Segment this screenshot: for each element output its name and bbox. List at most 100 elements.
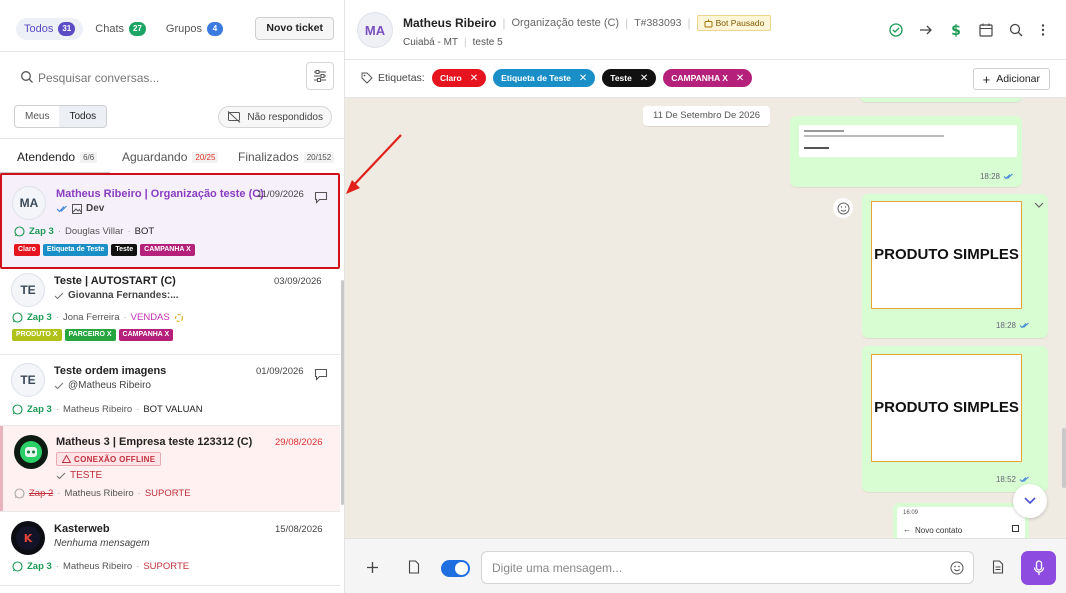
signature-toggle[interactable] — [441, 560, 470, 577]
city: Cuiabá - MT — [403, 37, 459, 48]
search-bar — [16, 62, 334, 92]
conversation-item[interactable]: TE Teste ordem imagens 01/09/2026 @Mathe… — [0, 355, 340, 426]
conversation-item[interactable]: TE Teste | AUTOSTART (C) 03/09/2026 Giov… — [0, 269, 340, 355]
filter-button[interactable] — [306, 62, 334, 90]
organization-name: Organização teste (C) — [511, 17, 620, 29]
tag-chip: CAMPANHA X — [140, 244, 195, 256]
check-icon — [54, 292, 64, 299]
message-area[interactable]: 11 De Setembro De 2026 18:28 PRODUTO SIM… — [345, 98, 1066, 538]
tag-chip: PRODUTO X — [12, 329, 62, 341]
chat-bubble-icon[interactable] — [314, 191, 328, 204]
tab-atendendo[interactable]: Atendendo 6/6 — [17, 150, 98, 164]
add-tag-button[interactable]: + Adicionar — [972, 68, 1050, 90]
calendar-icon[interactable] — [978, 22, 994, 38]
conversation-panel: Todos 31 Chats 27 Grupos 4 Novo ticket P… — [0, 0, 345, 593]
kasterweb-logo-icon: K — [16, 526, 40, 550]
conversation-item[interactable]: Matheus 3 | Empresa teste 123312 (C) 29/… — [0, 426, 340, 512]
conversation-item[interactable]: K Kasterweb 15/08/2026 Nenhuma mensagem … — [0, 512, 340, 586]
resolve-check-icon[interactable] — [888, 22, 904, 38]
queue-name: SUPORTE — [143, 561, 190, 572]
tag-icon — [361, 72, 373, 84]
list-scrollbar[interactable] — [341, 280, 344, 505]
chat-panel: MA Matheus Ribeiro | Organização teste (… — [345, 0, 1066, 593]
more-vertical-icon[interactable] — [1038, 22, 1048, 38]
message-time: 18:52 — [996, 475, 1030, 484]
transfer-arrow-icon[interactable] — [918, 22, 934, 38]
close-icon[interactable]: ✕ — [579, 73, 587, 84]
channel-name: Zap 3 — [27, 561, 52, 572]
microphone-button[interactable] — [1021, 551, 1056, 585]
product-image[interactable]: PRODUTO SIMPLES — [871, 201, 1022, 309]
separator-dot: · — [55, 404, 59, 415]
screenshot-preview[interactable]: 16:09 ← Novo contato — [897, 507, 1025, 538]
add-tag-label: Adicionar — [996, 73, 1040, 85]
separator: | — [464, 37, 467, 48]
file-icon[interactable] — [408, 560, 420, 574]
search-input[interactable] — [38, 66, 298, 90]
chat-scrollbar[interactable] — [1062, 428, 1066, 488]
ticket-number: T#383093 — [634, 17, 682, 29]
close-icon[interactable]: ✕ — [736, 73, 744, 84]
no-message-icon — [228, 111, 241, 123]
check-icon — [54, 382, 64, 389]
product-image[interactable]: PRODUTO SIMPLES — [871, 354, 1022, 462]
tab-grupos[interactable]: Grupos 4 — [158, 18, 231, 40]
tag-chips: Claro ✕ Etiqueta de Teste ✕ Teste ✕ CAMPANH… — [432, 69, 753, 87]
avatar: MA — [12, 186, 46, 220]
conversation-meta: Zap 3 · Matheus Ribeiro · BOT VALUAN — [12, 404, 203, 415]
unanswered-filter-button[interactable]: Não respondidos — [218, 106, 332, 128]
search-icon[interactable] — [1008, 22, 1024, 38]
bot-status-badge: Bot Pausado — [696, 15, 772, 31]
bot-status-text: Bot Pausado — [715, 18, 765, 28]
tag-chip-campanha: CAMPANHA X ✕ — [663, 69, 753, 87]
whatsapp-icon — [12, 312, 23, 323]
last-message-text: @Matheus Ribeiro — [68, 380, 151, 391]
conversation-item[interactable]: MA Matheus Ribeiro | Organização teste (… — [0, 173, 340, 269]
emoji-icon[interactable] — [950, 561, 964, 575]
chevron-down-icon[interactable] — [1034, 201, 1044, 209]
close-icon[interactable]: ✕ — [640, 73, 648, 84]
tab-count: 31 — [58, 22, 76, 36]
tab-finalizados[interactable]: Finalizados 20/152 — [238, 150, 335, 164]
scope-toggle: Meus Todos — [14, 105, 108, 128]
emoji-react-icon[interactable] — [833, 198, 853, 218]
tab-chats[interactable]: Chats 27 — [87, 18, 154, 40]
separator: | — [687, 16, 691, 30]
chat-bubble-icon[interactable] — [314, 368, 328, 381]
tag-chip: CAMPANHA X — [118, 329, 174, 341]
agent-name: Matheus Ribeiro — [64, 488, 134, 499]
contact-title: Matheus Ribeiro | Organização teste (C) … — [403, 15, 772, 31]
time-text: 18:28 — [995, 321, 1016, 330]
divider — [0, 51, 344, 52]
tag-chip: PARCEIRO X — [64, 329, 116, 341]
close-icon[interactable]: ✕ — [470, 73, 478, 84]
tag-chip-label: Etiqueta de Teste — [501, 73, 571, 83]
document-preview[interactable] — [799, 125, 1017, 157]
offline-badge: CONEXÃO OFFLINE — [56, 452, 162, 466]
chevron-down-icon — [1024, 497, 1036, 505]
tab-aguardando[interactable]: Aguardando 20/25 — [122, 150, 219, 164]
message-bubble[interactable]: PRODUTO SIMPLES 18:52 — [862, 346, 1048, 492]
contact-location: Cuiabá - MT | teste 5 — [403, 37, 503, 48]
message-input[interactable] — [492, 558, 932, 578]
scroll-down-button[interactable] — [1013, 484, 1047, 518]
status-tabs: Atendendo 6/6 Aguardando 20/25 Finalizad… — [0, 150, 344, 170]
new-ticket-button[interactable]: Novo ticket — [255, 17, 334, 40]
plus-icon[interactable] — [366, 561, 379, 574]
document-icon[interactable] — [992, 560, 1004, 574]
scope-meus[interactable]: Meus — [15, 106, 59, 127]
contact-name[interactable]: Matheus Ribeiro — [403, 16, 496, 30]
contact-avatar[interactable]: MA — [357, 12, 393, 48]
last-message-text: Nenhuma mensagem — [54, 538, 150, 549]
qr-icon — [1012, 525, 1019, 532]
scope-todos[interactable]: Todos — [59, 106, 107, 127]
message-bubble[interactable]: 16:09 ← Novo contato — [893, 503, 1029, 538]
tab-todos[interactable]: Todos 31 — [16, 18, 84, 40]
message-bubble[interactable]: 18:28 — [790, 116, 1022, 187]
back-arrow-icon: ← — [903, 525, 911, 534]
queue: teste 5 — [472, 37, 503, 48]
dollar-icon[interactable]: $ — [948, 22, 964, 38]
message-bubble[interactable]: PRODUTO SIMPLES 18:28 — [862, 194, 1048, 338]
time-text: 18:28 — [979, 172, 1000, 181]
separator: | — [625, 16, 629, 30]
